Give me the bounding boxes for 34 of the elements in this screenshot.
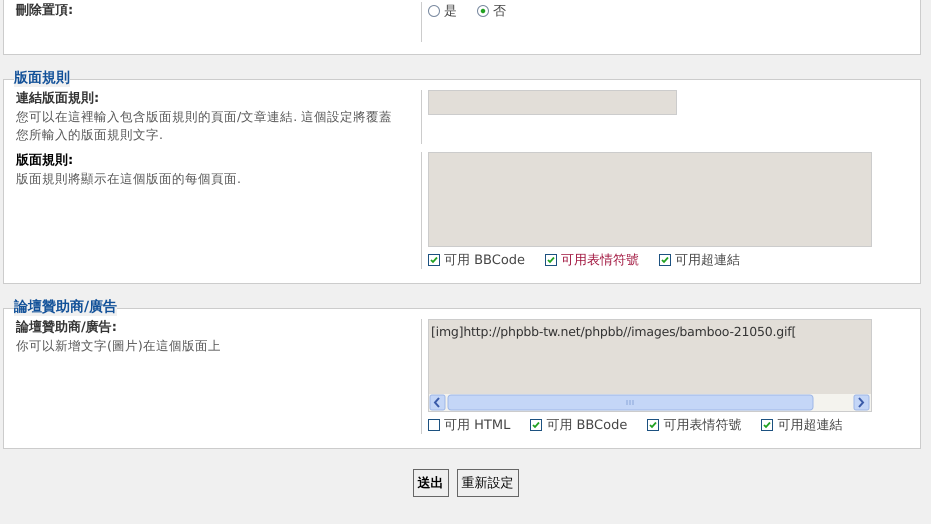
checkbox-label: 可用 BBCode <box>444 252 526 269</box>
checkbox-label: 可用表情符號 <box>663 417 742 434</box>
field-label: 刪除置頂: <box>16 2 74 20</box>
reset-button[interactable]: 重新設定 <box>456 469 518 497</box>
field-description: 你可以新增文字(圖片)在這個版面上 <box>16 337 222 355</box>
textarea-text: [img]http://phpbb-tw.net/phpbb//images/bamboo-21050.gif[ <box>430 323 798 341</box>
checkbox[interactable] <box>545 254 558 266</box>
field-label: 論壇贊助商/廣告: <box>16 319 118 337</box>
checkbox-label: 可用 HTML <box>444 417 510 434</box>
text-input-field[interactable] <box>428 90 677 115</box>
checkbox[interactable] <box>659 254 672 266</box>
checkbox-label: 可用超連結 <box>777 417 842 434</box>
checkbox[interactable] <box>761 419 774 431</box>
radio-label: 是 <box>444 3 457 20</box>
section-heading: 論壇贊助商/廣告 <box>14 298 118 316</box>
textarea-field[interactable]: [img]http://phpbb-tw.net/phpbb//images/bamboo-21050.gif[ <box>428 319 872 412</box>
section-heading: 版面規則 <box>14 69 70 87</box>
checkbox[interactable] <box>428 419 440 431</box>
field-description: 版面規則將顯示在這個版面的每個頁面. <box>16 170 242 188</box>
textarea-field[interactable] <box>428 152 872 247</box>
horizontal-scrollbar[interactable] <box>429 394 871 411</box>
field-label: 連結版面規則: <box>16 90 100 108</box>
radio-button[interactable] <box>477 5 489 17</box>
field-label: 版面規則: <box>16 152 74 170</box>
checkbox[interactable] <box>647 419 660 431</box>
radio-button[interactable] <box>428 5 440 17</box>
submit-button[interactable]: 送出 <box>412 469 448 497</box>
checkbox[interactable] <box>428 254 440 266</box>
checkbox-label: 可用表情符號 <box>561 252 640 269</box>
checkbox-label: 可用 BBCode <box>546 417 628 434</box>
checkbox-label: 可用超連結 <box>675 252 740 269</box>
field-description: 您可以在這裡輸入包含版面規則的頁面/文章連結. 這個設定將覆蓋您所輸入的版面規則文字. <box>16 108 394 144</box>
checkbox[interactable] <box>530 419 542 431</box>
radio-label: 否 <box>493 3 506 20</box>
